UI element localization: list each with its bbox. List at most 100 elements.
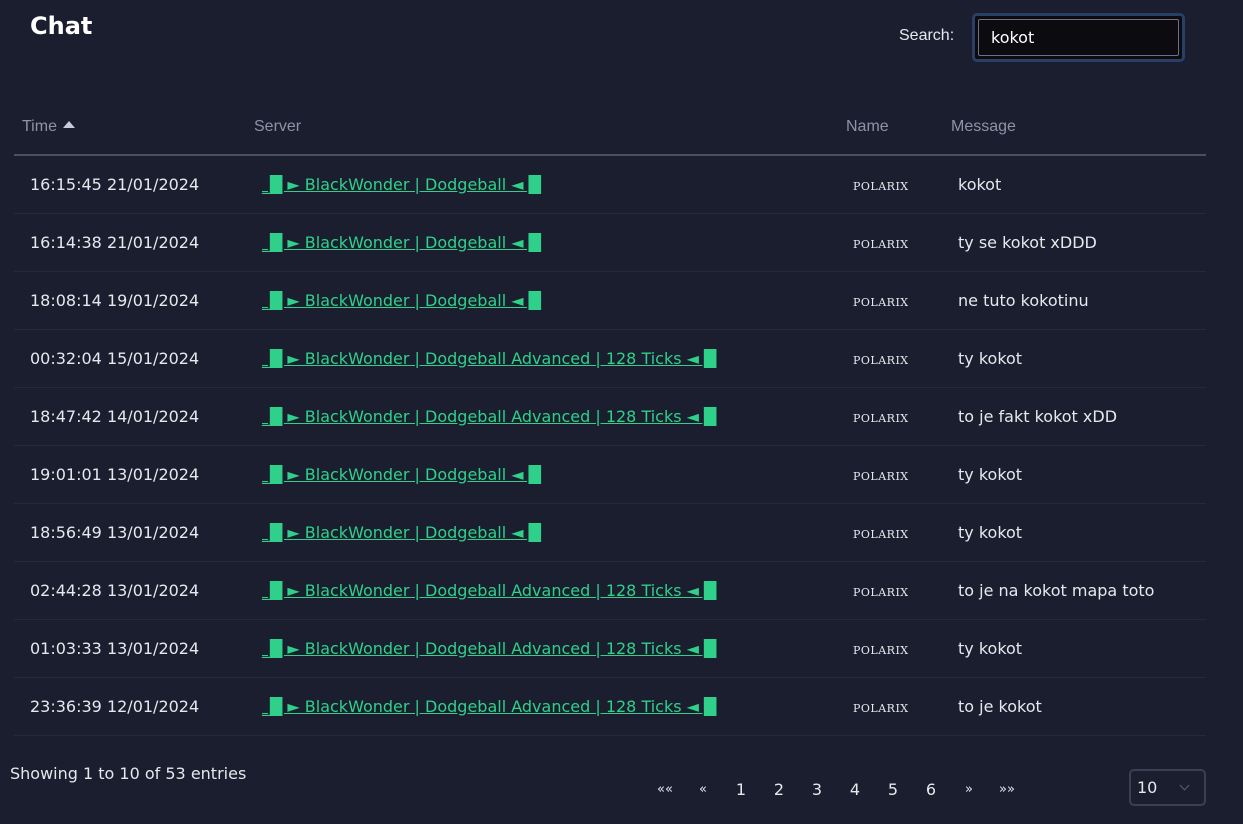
name-cell: POLARIX bbox=[846, 155, 951, 214]
name-text: POLARIX bbox=[853, 353, 909, 367]
time-cell: 01:03:33 13/01/2024 bbox=[14, 619, 254, 678]
table-row: 23:36:39 12/01/2024 _█ ► BlackWonder | Do… bbox=[14, 677, 1206, 736]
message-text: ne tuto kokotinu bbox=[958, 290, 1089, 310]
message-text: ty kokot bbox=[958, 638, 1023, 658]
name-text: POLARIX bbox=[853, 527, 909, 541]
last-page-button[interactable]: »» bbox=[988, 782, 1026, 797]
page-length-select[interactable]: 10 bbox=[1129, 769, 1206, 806]
table-row: 18:08:14 19/01/2024 _█ ► BlackWonder | Do… bbox=[14, 271, 1206, 330]
table-info: Showing 1 to 10 of 53 entries bbox=[10, 764, 247, 783]
name-text: POLARIX bbox=[853, 701, 909, 715]
message-cell: ty kokot bbox=[951, 619, 1206, 678]
time-text: 02:44:28 13/01/2024 bbox=[30, 580, 200, 600]
table-row: 16:15:45 21/01/2024 _█ ► BlackWonder | Do… bbox=[14, 155, 1206, 214]
server-link[interactable]: _█ ► BlackWonder | Dodgeball ◄ █ bbox=[262, 291, 541, 310]
server-cell: _█ ► BlackWonder | Dodgeball ◄ █ bbox=[254, 503, 846, 562]
message-text: ty kokot bbox=[958, 348, 1023, 368]
time-text: 18:47:42 14/01/2024 bbox=[30, 406, 200, 426]
sort-ascending-icon bbox=[62, 121, 75, 128]
server-link[interactable]: _█ ► BlackWonder | Dodgeball Advanced | … bbox=[262, 697, 716, 716]
time-text: 18:08:14 19/01/2024 bbox=[30, 290, 200, 310]
column-header-name[interactable]: Name bbox=[846, 100, 951, 156]
time-text: 01:03:33 13/01/2024 bbox=[30, 638, 200, 658]
name-cell: POLARIX bbox=[846, 445, 951, 504]
time-cell: 18:56:49 13/01/2024 bbox=[14, 503, 254, 562]
chat-table: Time Server Name Message 16:15:45 21/01/… bbox=[14, 100, 1206, 736]
next-page-button[interactable]: » bbox=[950, 782, 988, 797]
server-cell: _█ ► BlackWonder | Dodgeball ◄ █ bbox=[254, 445, 846, 504]
time-cell: 23:36:39 12/01/2024 bbox=[14, 677, 254, 736]
server-cell: _█ ► BlackWonder | Dodgeball Advanced | … bbox=[254, 329, 846, 388]
message-text: to je na kokot mapa toto bbox=[958, 580, 1155, 600]
server-cell: _█ ► BlackWonder | Dodgeball Advanced | … bbox=[254, 387, 846, 446]
time-cell: 16:15:45 21/01/2024 bbox=[14, 155, 254, 214]
time-cell: 00:32:04 15/01/2024 bbox=[14, 329, 254, 388]
server-link[interactable]: _█ ► BlackWonder | Dodgeball ◄ █ bbox=[262, 233, 541, 252]
message-text: ty kokot bbox=[958, 464, 1023, 484]
column-header-time[interactable]: Time bbox=[14, 100, 254, 156]
server-link[interactable]: _█ ► BlackWonder | Dodgeball Advanced | … bbox=[262, 639, 716, 658]
server-cell: _█ ► BlackWonder | Dodgeball ◄ █ bbox=[254, 271, 846, 330]
page-2-button[interactable]: 2 bbox=[760, 780, 798, 799]
page-1-button[interactable]: 1 bbox=[722, 780, 760, 799]
table-row: 18:56:49 13/01/2024 _█ ► BlackWonder | Do… bbox=[14, 503, 1206, 562]
time-cell: 19:01:01 13/01/2024 bbox=[14, 445, 254, 504]
table-row: 18:47:42 14/01/2024 _█ ► BlackWonder | Do… bbox=[14, 387, 1206, 446]
chevron-down-icon bbox=[1179, 780, 1190, 791]
column-header-label: Time bbox=[22, 118, 57, 135]
server-cell: _█ ► BlackWonder | Dodgeball Advanced | … bbox=[254, 561, 846, 620]
name-text: POLARIX bbox=[853, 179, 909, 193]
message-cell: to je kokot bbox=[951, 677, 1206, 736]
time-text: 16:14:38 21/01/2024 bbox=[30, 232, 200, 252]
message-text: ty se kokot xDDD bbox=[958, 232, 1097, 252]
server-link[interactable]: _█ ► BlackWonder | Dodgeball ◄ █ bbox=[262, 175, 541, 194]
name-text: POLARIX bbox=[853, 411, 909, 425]
server-cell: _█ ► BlackWonder | Dodgeball Advanced | … bbox=[254, 677, 846, 736]
time-cell: 02:44:28 13/01/2024 bbox=[14, 561, 254, 620]
server-link[interactable]: _█ ► BlackWonder | Dodgeball ◄ █ bbox=[262, 523, 541, 542]
table-header-row: Time Server Name Message bbox=[14, 100, 1206, 156]
message-cell: to je na kokot mapa toto bbox=[951, 561, 1206, 620]
message-text: kokot bbox=[958, 174, 1002, 194]
server-link[interactable]: _█ ► BlackWonder | Dodgeball Advanced | … bbox=[262, 407, 716, 426]
message-cell: ne tuto kokotinu bbox=[951, 271, 1206, 330]
time-cell: 18:47:42 14/01/2024 bbox=[14, 387, 254, 446]
page-4-button[interactable]: 4 bbox=[836, 780, 874, 799]
name-text: POLARIX bbox=[853, 237, 909, 251]
time-text: 16:15:45 21/01/2024 bbox=[30, 174, 200, 194]
previous-page-button[interactable]: « bbox=[684, 782, 722, 797]
first-page-button[interactable]: «« bbox=[646, 782, 684, 797]
table-row: 19:01:01 13/01/2024 _█ ► BlackWonder | Do… bbox=[14, 445, 1206, 504]
page-6-button[interactable]: 6 bbox=[912, 780, 950, 799]
server-link[interactable]: _█ ► BlackWonder | Dodgeball Advanced | … bbox=[262, 581, 716, 600]
table-row: 02:44:28 13/01/2024 _█ ► BlackWonder | Do… bbox=[14, 561, 1206, 620]
message-text: to je kokot bbox=[958, 696, 1042, 716]
page-3-button[interactable]: 3 bbox=[798, 780, 836, 799]
page-5-button[interactable]: 5 bbox=[874, 780, 912, 799]
time-text: 18:56:49 13/01/2024 bbox=[30, 522, 200, 542]
name-text: POLARIX bbox=[853, 585, 909, 599]
message-cell: to je fakt kokot xDD bbox=[951, 387, 1206, 446]
server-cell: _█ ► BlackWonder | Dodgeball ◄ █ bbox=[254, 213, 846, 272]
message-cell: ty kokot bbox=[951, 503, 1206, 562]
time-cell: 18:08:14 19/01/2024 bbox=[14, 271, 254, 330]
message-text: ty kokot bbox=[958, 522, 1023, 542]
name-cell: POLARIX bbox=[846, 503, 951, 562]
message-text: to je fakt kokot xDD bbox=[958, 406, 1118, 426]
column-header-message[interactable]: Message bbox=[951, 100, 1206, 156]
search-input[interactable] bbox=[978, 19, 1179, 56]
time-text: 23:36:39 12/01/2024 bbox=[30, 696, 200, 716]
name-cell: POLARIX bbox=[846, 271, 951, 330]
server-cell: _█ ► BlackWonder | Dodgeball Advanced | … bbox=[254, 619, 846, 678]
server-link[interactable]: _█ ► BlackWonder | Dodgeball Advanced | … bbox=[262, 349, 716, 368]
name-cell: POLARIX bbox=[846, 561, 951, 620]
message-cell: ty se kokot xDDD bbox=[951, 213, 1206, 272]
name-text: POLARIX bbox=[853, 643, 909, 657]
name-cell: POLARIX bbox=[846, 213, 951, 272]
server-link[interactable]: _█ ► BlackWonder | Dodgeball ◄ █ bbox=[262, 465, 541, 484]
table-row: 00:32:04 15/01/2024 _█ ► BlackWonder | Do… bbox=[14, 329, 1206, 388]
message-cell: kokot bbox=[951, 155, 1206, 214]
time-text: 19:01:01 13/01/2024 bbox=[30, 464, 200, 484]
name-text: POLARIX bbox=[853, 469, 909, 483]
column-header-server[interactable]: Server bbox=[254, 100, 846, 156]
